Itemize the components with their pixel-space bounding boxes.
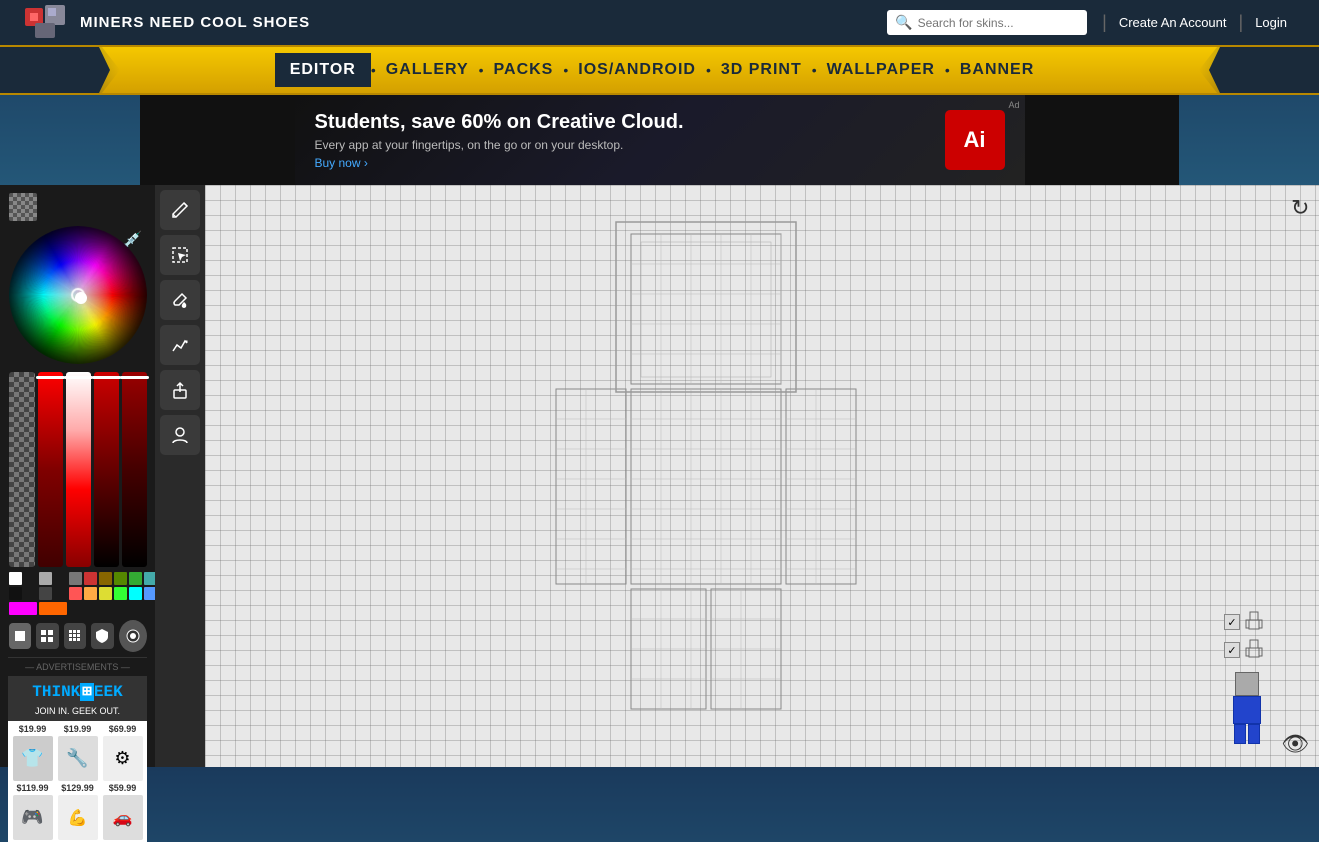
view-single-btn[interactable] xyxy=(9,623,32,649)
hue-slider-2[interactable] xyxy=(66,372,91,567)
tg-subtitle: JOIN IN. GEEK OUT. xyxy=(8,706,147,721)
3d-preview xyxy=(1224,672,1269,747)
tg-products: $19.99 👕 $19.99 🔧 $69.99 ⚙ $119.99 🎮 $12… xyxy=(8,721,147,842)
thinkgeek-ad: THINK⊞EEK JOIN IN. GEEK OUT. $19.99 👕 $1… xyxy=(8,676,147,842)
nav-right-decoration xyxy=(1209,47,1319,93)
tool-buttons xyxy=(9,620,147,652)
ad-title: Students, save 60% on Creative Cloud. xyxy=(315,111,930,134)
advertisements-label: — ADVERTISEMENTS — xyxy=(8,657,147,676)
swatch-darkgray2[interactable] xyxy=(39,587,52,600)
nav-left-decoration xyxy=(0,47,110,93)
search-input[interactable] xyxy=(918,16,1058,30)
logo-icon xyxy=(20,3,70,43)
swatch-lime[interactable] xyxy=(114,587,127,600)
swatch-white[interactable] xyxy=(9,572,22,585)
header: MINERS NEED COOL SHOES 🔍 | Create An Acc… xyxy=(0,0,1319,45)
overlay-row-1: ✓ xyxy=(1224,611,1269,633)
overlay-icon-2 xyxy=(1244,639,1264,661)
swatch-gray[interactable] xyxy=(39,572,52,585)
ad-cta[interactable]: Buy now › xyxy=(315,156,930,170)
tg-product-1[interactable]: $19.99 👕 xyxy=(11,724,54,781)
tg-product-5[interactable]: $129.99 💪 xyxy=(56,783,99,840)
site-title: MINERS NEED COOL SHOES xyxy=(80,14,310,31)
hue-slider-4[interactable] xyxy=(122,372,147,567)
ad-subtitle: Every app at your fingertips, on the go … xyxy=(315,138,930,152)
swatch-yellow[interactable] xyxy=(99,587,112,600)
nav-banner[interactable]: BANNER xyxy=(950,61,1044,79)
transparent-checker xyxy=(9,193,37,221)
swatch-green[interactable] xyxy=(129,572,142,585)
ad-close[interactable]: Ad xyxy=(1008,100,1019,110)
swatch-brown[interactable] xyxy=(99,572,112,585)
nav-gallery[interactable]: GALLERY xyxy=(376,61,479,79)
minecraft-character xyxy=(476,204,936,724)
tg-product-3[interactable]: $69.99 ⚙ xyxy=(101,724,144,781)
nav-3dprint[interactable]: 3D PRINT xyxy=(711,61,812,79)
swatches-grid xyxy=(9,572,147,615)
alpha-checker[interactable] xyxy=(9,372,35,567)
hue-slider-1[interactable] xyxy=(38,372,63,567)
overlay-icon-1 xyxy=(1244,611,1264,633)
search-area: 🔍 xyxy=(887,10,1087,35)
sliders-area xyxy=(9,372,147,567)
header-links: | Create An Account | Login xyxy=(1102,12,1299,33)
swatch-orange[interactable] xyxy=(84,587,97,600)
nav-ribbon: EDITOR • GALLERY • PACKS • IOS/ANDROID •… xyxy=(0,45,1319,95)
hue-slider-3[interactable] xyxy=(94,372,119,567)
tg-product-6[interactable]: $59.99 🚗 xyxy=(101,783,144,840)
color-panel: 💉 xyxy=(0,185,155,767)
editor-area: 💉 xyxy=(0,185,1319,767)
view-nine-btn[interactable] xyxy=(64,623,87,649)
stats-tool[interactable] xyxy=(160,325,200,365)
eyedropper-icon[interactable]: 💉 xyxy=(124,230,143,248)
tg-product-4[interactable]: $119.99 🎮 xyxy=(11,783,54,840)
swatch-magenta[interactable] xyxy=(9,602,37,615)
swatch-lightred[interactable] xyxy=(69,587,82,600)
nav-ios-android[interactable]: IOS/ANDROID xyxy=(568,61,706,79)
color-picker-dot[interactable] xyxy=(75,292,87,304)
nav-packs[interactable]: PACKS xyxy=(484,61,564,79)
swatch-darkgray[interactable] xyxy=(69,572,82,585)
skin-preview-panel: ✓ ✓ xyxy=(1224,611,1269,747)
overlay-check-1[interactable]: ✓ xyxy=(1224,614,1240,630)
eye-button[interactable]: 👁 xyxy=(1281,731,1309,757)
login-link[interactable]: Login xyxy=(1243,15,1299,30)
3d-legs xyxy=(1224,724,1269,744)
ad-logo: Ai xyxy=(945,110,1005,170)
select-tool[interactable] xyxy=(160,235,200,275)
tg-title: THINK⊞EEK xyxy=(8,676,147,706)
nav-editor[interactable]: EDITOR xyxy=(275,53,371,87)
swatch-red[interactable] xyxy=(84,572,97,585)
logo-area: MINERS NEED COOL SHOES xyxy=(20,3,310,43)
fill-tool[interactable] xyxy=(160,280,200,320)
nav-wallpaper[interactable]: WALLPAPER xyxy=(817,61,945,79)
player-tool[interactable] xyxy=(160,415,200,455)
misc-btn[interactable] xyxy=(119,620,147,652)
color-wheel-container[interactable]: 💉 xyxy=(9,226,147,364)
reset-button[interactable]: ↺ xyxy=(1291,195,1309,221)
search-icon: 🔍 xyxy=(895,14,912,31)
overlay-check-2[interactable]: ✓ xyxy=(1224,642,1240,658)
canvas-area[interactable]: ↺ xyxy=(205,185,1319,767)
swatch-cyan[interactable] xyxy=(129,587,142,600)
swatch-darkorange[interactable] xyxy=(39,602,67,615)
share-tool[interactable] xyxy=(160,370,200,410)
tg-product-2[interactable]: $19.99 🔧 xyxy=(56,724,99,781)
view-quad-btn[interactable] xyxy=(36,623,59,649)
ad-banner: Students, save 60% on Creative Cloud. Ev… xyxy=(140,95,1179,185)
3d-head xyxy=(1235,672,1259,696)
3d-body xyxy=(1233,696,1261,724)
swatch-olive[interactable] xyxy=(114,572,127,585)
overlay-row-2: ✓ xyxy=(1224,639,1269,661)
tools-panel xyxy=(155,185,205,767)
pencil-tool[interactable] xyxy=(160,190,200,230)
shield-btn[interactable] xyxy=(91,623,114,649)
create-account-link[interactable]: Create An Account xyxy=(1107,15,1239,30)
swatch-black[interactable] xyxy=(9,587,22,600)
